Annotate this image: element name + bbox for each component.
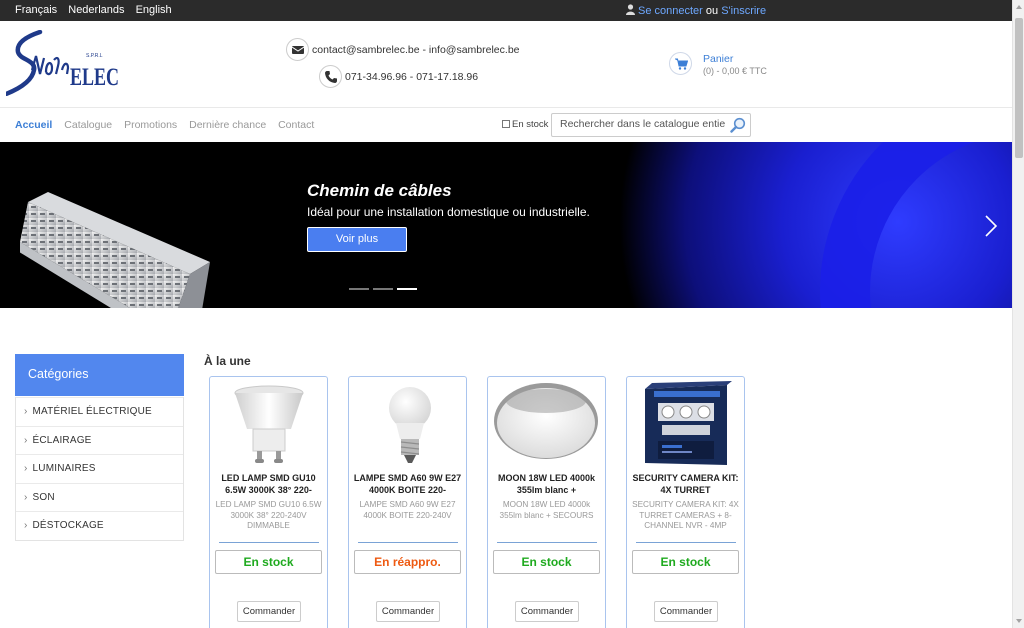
hero-banner: Chemin de câbles Idéal pour une installa… <box>0 142 1012 308</box>
cart-widget[interactable]: Panier (0) - 0,00 € TTC <box>669 52 767 76</box>
banner-subtitle: Idéal pour une installation domestique o… <box>307 205 590 219</box>
product-card[interactable]: LAMPE SMD A60 9W E27 4000K BOITE 220- LA… <box>348 376 467 628</box>
product-description: SECURITY CAMERA KIT: 4X TURRET CAMERAS +… <box>632 500 739 530</box>
phone-text[interactable]: 071-34.96.96 - 071-17.18.96 <box>345 71 478 83</box>
main-nav: Accueil Catalogue Promotions Dernière ch… <box>15 119 323 131</box>
language-switcher: Français Nederlands English <box>15 4 180 16</box>
stock-status: En réappro. <box>354 550 461 574</box>
order-button[interactable]: Commander <box>376 601 440 622</box>
email-text[interactable]: contact@sambrelec.be - info@sambrelec.be <box>312 44 520 56</box>
order-button[interactable]: Commander <box>654 601 718 622</box>
category-label: MATÉRIEL ÉLECTRIQUE <box>32 406 152 417</box>
nav-last-chance[interactable]: Dernière chance <box>189 119 266 131</box>
svg-text:ELEC: ELEC <box>70 63 118 91</box>
scroll-down-arrow-icon[interactable] <box>1016 619 1022 623</box>
nav-promotions[interactable]: Promotions <box>124 119 177 131</box>
scrollbar-thumb[interactable] <box>1015 18 1023 158</box>
security-camera-kit-image[interactable] <box>632 381 739 467</box>
account-links: Se connecter ou S'inscrire <box>626 4 766 17</box>
instock-filter[interactable]: En stock <box>502 119 548 130</box>
gu10-bulb-image[interactable] <box>215 381 322 467</box>
nav-contact[interactable]: Contact <box>278 119 314 131</box>
search-input[interactable] <box>560 118 725 130</box>
carousel-dot-2[interactable] <box>373 288 393 290</box>
or-text: ou <box>705 5 719 17</box>
product-description: LED LAMP SMD GU10 6.5W 3000K 38° 220-240… <box>215 500 322 530</box>
category-label: SON <box>32 491 55 503</box>
product-name[interactable]: LAMPE SMD A60 9W E27 4000K BOITE 220- <box>353 473 462 496</box>
product-description: MOON 18W LED 4000k 355lm blanc + SECOURS <box>499 500 594 520</box>
product-card[interactable]: SECURITY CAMERA KIT: 4X TURRET SECURITY … <box>626 376 745 628</box>
cart-icon[interactable] <box>669 52 692 75</box>
lang-dutch[interactable]: Nederlands <box>68 4 124 16</box>
a60-bulb-image[interactable] <box>354 381 461 467</box>
card-divider <box>636 542 736 543</box>
scroll-up-arrow-icon[interactable] <box>1016 5 1022 9</box>
product-card[interactable]: LED LAMP SMD GU10 6.5W 3000K 38° 220- LE… <box>209 376 328 628</box>
cart-title[interactable]: Panier <box>703 53 767 65</box>
product-name[interactable]: SECURITY CAMERA KIT: 4X TURRET <box>631 473 740 496</box>
moon-ceiling-light-image[interactable] <box>493 381 600 467</box>
chevron-right-icon[interactable] <box>984 214 998 238</box>
stock-status: En stock <box>632 550 739 574</box>
phone-icon <box>319 65 342 88</box>
search-box <box>551 113 751 137</box>
category-electrical-equipment[interactable]: › MATÉRIEL ÉLECTRIQUE <box>16 397 183 426</box>
product-name[interactable]: MOON 18W LED 4000k 355lm blanc + <box>492 473 601 496</box>
email-contact: contact@sambrelec.be - info@sambrelec.be <box>286 38 520 61</box>
category-luminaires[interactable]: › LUMINAIRES <box>16 454 183 483</box>
chevron-right-icon: › <box>24 520 28 531</box>
register-link[interactable]: S'inscrire <box>721 5 766 17</box>
category-sound[interactable]: › SON <box>16 482 183 512</box>
lang-french[interactable]: Français <box>15 4 57 16</box>
login-link[interactable]: Se connecter <box>638 5 703 17</box>
order-button[interactable]: Commander <box>237 601 301 622</box>
card-divider <box>497 542 597 543</box>
nav-catalogue[interactable]: Catalogue <box>64 119 112 131</box>
phone-contact: 071-34.96.96 - 071-17.18.96 <box>319 65 478 88</box>
nav-home[interactable]: Accueil <box>15 119 52 131</box>
carousel-dot-3[interactable] <box>397 288 417 290</box>
banner-see-more-button[interactable]: Voir plus <box>307 227 407 252</box>
carousel-indicators <box>349 288 421 302</box>
instock-checkbox[interactable] <box>502 120 510 128</box>
category-label: DÉSTOCKAGE <box>32 520 104 531</box>
sambrelec-logo[interactable]: S.P.R.L ELEC <box>6 30 118 96</box>
featured-title: À la une <box>204 354 251 368</box>
page-scrollbar[interactable] <box>1012 0 1024 628</box>
nav-divider <box>0 107 1012 108</box>
envelope-icon <box>286 38 309 61</box>
top-bar: Français Nederlands English Se connecter… <box>0 0 1012 21</box>
banner-title: Chemin de câbles <box>307 181 452 200</box>
category-label: ÉCLAIRAGE <box>32 434 92 446</box>
search-icon[interactable] <box>730 117 746 133</box>
order-button[interactable]: Commander <box>515 601 579 622</box>
category-label: LUMINAIRES <box>32 463 96 474</box>
product-card[interactable]: MOON 18W LED 4000k 355lm blanc + MOON 18… <box>487 376 606 628</box>
stock-status: En stock <box>493 550 600 574</box>
cart-summary: (0) - 0,00 € TTC <box>703 66 767 76</box>
categories-header: Catégories <box>15 354 184 396</box>
chevron-right-icon: › <box>24 463 28 474</box>
instock-label: En stock <box>512 119 549 130</box>
product-description: LAMPE SMD A60 9W E27 4000K BOITE 220-240… <box>359 500 456 520</box>
carousel-dot-1[interactable] <box>349 288 369 290</box>
card-divider <box>358 542 458 543</box>
chevron-right-icon: › <box>24 406 28 417</box>
user-icon <box>626 4 635 15</box>
cart-text: Panier (0) - 0,00 € TTC <box>703 53 767 76</box>
stock-status: En stock <box>215 550 322 574</box>
category-lighting[interactable]: › ÉCLAIRAGE <box>16 425 183 455</box>
chevron-right-icon: › <box>24 491 28 503</box>
categories-list: › MATÉRIEL ÉLECTRIQUE › ÉCLAIRAGE › LUMI… <box>15 397 184 541</box>
category-clearance[interactable]: › DÉSTOCKAGE <box>16 511 183 540</box>
lang-english[interactable]: English <box>136 4 172 16</box>
svg-text:S.P.R.L: S.P.R.L <box>86 53 103 59</box>
chevron-right-icon: › <box>24 434 28 446</box>
card-divider <box>219 542 319 543</box>
cable-tray-image <box>20 192 210 308</box>
product-name[interactable]: LED LAMP SMD GU10 6.5W 3000K 38° 220- <box>214 473 323 496</box>
